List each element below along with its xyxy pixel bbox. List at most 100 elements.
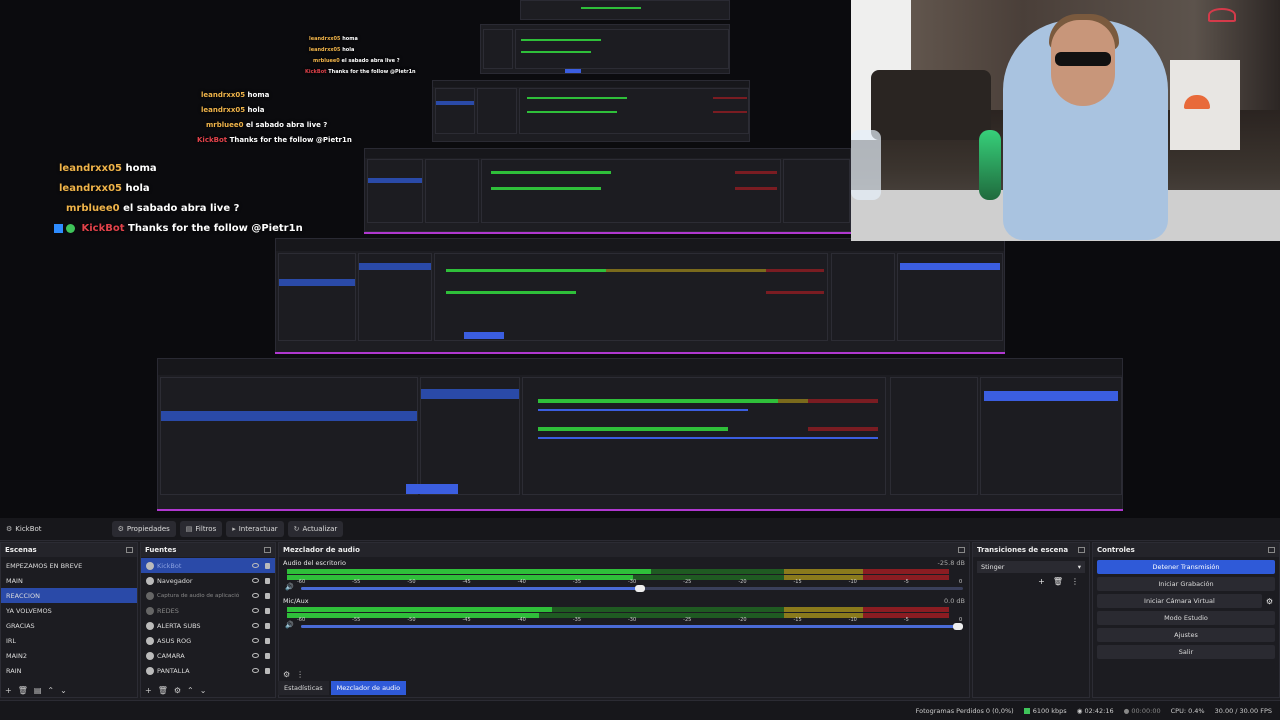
filter-icon[interactable]: ▤ bbox=[34, 686, 42, 695]
eye-icon[interactable] bbox=[252, 668, 259, 673]
start-recording-button[interactable]: Iniciar Grabación bbox=[1097, 577, 1275, 591]
transition-selected: Stinger bbox=[981, 563, 1005, 571]
scale-tick-label: -5 bbox=[903, 579, 909, 585]
scene-item[interactable]: EMPEZAMOS EN BREVE bbox=[1, 558, 137, 573]
source-item[interactable]: REDES bbox=[141, 603, 275, 618]
transition-select[interactable]: Stinger ▾ bbox=[977, 561, 1085, 573]
fps: 30.00 / 30.00 FPS bbox=[1214, 706, 1272, 715]
popout-icon[interactable] bbox=[1268, 547, 1275, 553]
studio-mode-button[interactable]: Modo Estudio bbox=[1097, 611, 1275, 625]
scale-tick-label: -10 bbox=[848, 617, 857, 623]
eye-icon[interactable] bbox=[252, 563, 259, 568]
lock-icon[interactable] bbox=[265, 577, 270, 584]
sources-dock: Fuentes KickBot Navegador Captura de aud… bbox=[140, 542, 276, 698]
eye-icon[interactable] bbox=[252, 623, 259, 628]
volume-slider[interactable] bbox=[301, 585, 963, 592]
lock-icon[interactable] bbox=[265, 592, 270, 599]
source-label: Navegador bbox=[157, 576, 193, 585]
up-icon[interactable]: ⌃ bbox=[187, 686, 194, 695]
source-item-selected[interactable]: KickBot bbox=[141, 558, 275, 573]
gear-icon[interactable]: ⚙ bbox=[174, 686, 181, 695]
verified-icon bbox=[54, 223, 63, 233]
interact-button[interactable]: ▸ Interactuar bbox=[226, 521, 284, 537]
chat-user: leandrxx05 bbox=[59, 183, 122, 194]
volume-slider[interactable] bbox=[301, 623, 963, 630]
source-item[interactable]: Navegador bbox=[141, 573, 275, 588]
scale-tick-label: -60 bbox=[297, 617, 306, 623]
lock-icon[interactable] bbox=[265, 562, 270, 569]
frame-border bbox=[275, 352, 1005, 354]
source-item[interactable]: CAMARA bbox=[141, 648, 275, 663]
scale-tick-label: -10 bbox=[848, 579, 857, 585]
channel-db: -25.8 dB bbox=[937, 559, 965, 567]
scene-item[interactable]: IRL bbox=[1, 633, 137, 648]
popout-icon[interactable] bbox=[126, 547, 133, 553]
scene-item[interactable]: GRACIAS bbox=[1, 618, 137, 633]
scene-item-selected[interactable]: REACCION bbox=[1, 588, 137, 603]
popout-icon[interactable] bbox=[958, 547, 965, 553]
source-item[interactable]: Captura de audio de aplicació bbox=[141, 588, 275, 603]
tab-stats[interactable]: Estadísticas bbox=[278, 681, 329, 695]
lock-icon[interactable] bbox=[265, 637, 270, 644]
up-icon[interactable]: ⌃ bbox=[47, 686, 54, 695]
volume-meter bbox=[287, 607, 949, 612]
cpu-usage: CPU: 0.4% bbox=[1170, 706, 1205, 715]
chat-line-echo: leandrxx05 hola bbox=[201, 106, 264, 114]
obs-window: ⚙ KickBot ⚙ Propiedades ▤ Filtros ▸ Interact… bbox=[0, 518, 1280, 720]
speaker-icon[interactable]: 🔊 bbox=[285, 621, 294, 629]
scenes-footer: + 🗑 ▤ ⌃ ⌄ bbox=[1, 683, 141, 697]
trash-icon[interactable]: 🗑 bbox=[1053, 577, 1063, 586]
lock-icon[interactable] bbox=[265, 622, 270, 629]
settings-button[interactable]: Ajustes bbox=[1097, 628, 1275, 642]
filters-button[interactable]: ▤ Filtros bbox=[179, 521, 223, 537]
add-icon[interactable]: + bbox=[145, 686, 152, 695]
eye-icon[interactable] bbox=[252, 638, 259, 643]
source-item[interactable]: PANTALLA bbox=[141, 663, 275, 678]
eye-icon[interactable] bbox=[252, 593, 259, 598]
eye-icon[interactable] bbox=[252, 578, 259, 583]
scene-item[interactable]: RAIN bbox=[1, 663, 137, 678]
gear-icon[interactable]: ⚙ bbox=[1266, 597, 1273, 606]
lock-icon[interactable] bbox=[265, 652, 270, 659]
popout-icon[interactable] bbox=[264, 547, 271, 553]
down-icon[interactable]: ⌄ bbox=[60, 686, 67, 695]
kebab-menu-icon[interactable]: ⋮ bbox=[296, 670, 304, 679]
image-source-icon bbox=[146, 606, 154, 615]
filter-icon: ▤ bbox=[185, 525, 193, 533]
source-label: KickBot bbox=[157, 561, 182, 570]
chat-message: hola bbox=[247, 106, 265, 114]
add-icon[interactable]: + bbox=[5, 686, 12, 695]
tab-audio-mixer[interactable]: Mezclador de audio bbox=[330, 681, 407, 695]
popout-icon[interactable] bbox=[1078, 547, 1085, 553]
gear-icon[interactable]: ⚙ bbox=[283, 670, 290, 679]
kebab-menu-icon[interactable]: ⋮ bbox=[1071, 577, 1079, 586]
exit-button[interactable]: Salir bbox=[1097, 645, 1275, 659]
properties-button[interactable]: ⚙ Propiedades bbox=[111, 521, 176, 537]
chat-line-echo: mrbluee0 el sabado abra live ? bbox=[313, 58, 400, 64]
frame-border bbox=[157, 509, 1123, 511]
chat-line: KickBot Thanks for the follow @Pietr1n bbox=[54, 223, 303, 234]
eye-icon[interactable] bbox=[252, 608, 259, 613]
scene-item[interactable]: YA VOLVEMOS bbox=[1, 603, 137, 618]
trash-icon[interactable]: 🗑 bbox=[18, 686, 28, 695]
source-item[interactable]: ALERTA SUBS bbox=[141, 618, 275, 633]
scene-item[interactable]: MAIN2 bbox=[1, 648, 137, 663]
stop-stream-button[interactable]: Detener Transmisión bbox=[1097, 560, 1275, 574]
start-virtual-camera-button[interactable]: Iniciar Cámara Virtual bbox=[1097, 594, 1262, 608]
meter-level bbox=[287, 607, 552, 612]
eye-icon[interactable] bbox=[252, 653, 259, 658]
trash-icon[interactable]: 🗑 bbox=[158, 686, 168, 695]
scene-item[interactable]: MAIN bbox=[1, 573, 137, 588]
add-icon[interactable]: + bbox=[1038, 577, 1045, 586]
lock-icon[interactable] bbox=[265, 667, 270, 674]
lock-icon[interactable] bbox=[265, 607, 270, 614]
bitrate-value: 6100 kbps bbox=[1032, 706, 1067, 715]
speaker-icon[interactable]: 🔊 bbox=[285, 583, 294, 591]
meter-scale: -60 -55 -50 -45 -40 -35 -30 -25 -20 -15 -10 -5 0 bbox=[297, 617, 963, 623]
down-icon[interactable]: ⌄ bbox=[200, 686, 207, 695]
chat-line-echo: KickBot Thanks for the follow @Pietr1n bbox=[197, 136, 352, 144]
source-label: ASUS ROG bbox=[157, 636, 192, 645]
scale-tick-label: -15 bbox=[793, 579, 802, 585]
refresh-button[interactable]: ↻ Actualizar bbox=[287, 521, 344, 537]
source-item[interactable]: ASUS ROG bbox=[141, 633, 275, 648]
